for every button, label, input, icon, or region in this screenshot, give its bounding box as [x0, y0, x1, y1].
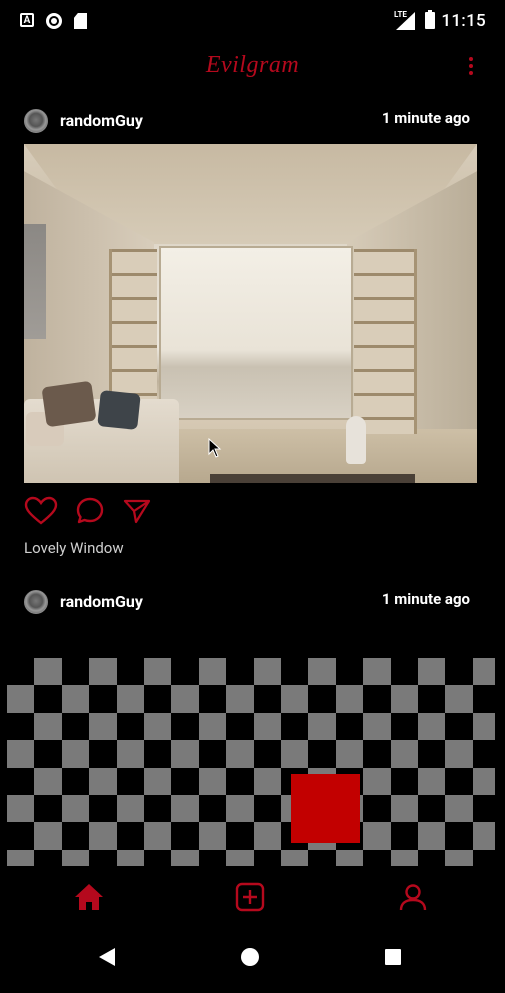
recents-icon[interactable]: [385, 949, 401, 965]
app-a-icon: A: [20, 13, 34, 27]
add-post-icon[interactable]: [234, 881, 266, 913]
post-image-checkerboard[interactable]: [7, 658, 495, 866]
sd-card-icon: [74, 13, 87, 29]
status-time: 11:15: [441, 11, 486, 31]
avatar[interactable]: [24, 590, 48, 614]
heart-icon[interactable]: [24, 496, 58, 526]
post-caption: Lovely Window: [24, 539, 124, 557]
post-time: 1 minute ago: [381, 590, 470, 608]
bottom-nav: [0, 868, 505, 926]
avatar[interactable]: [24, 109, 48, 133]
back-icon[interactable]: [99, 948, 115, 966]
record-icon: [46, 13, 62, 29]
post-header: randomGuy 1 minute ago: [24, 109, 470, 137]
post-header: randomGuy 1 minute ago: [24, 590, 470, 618]
home-icon[interactable]: [73, 881, 105, 913]
app-logo: Evilgram: [205, 52, 300, 78]
comment-icon[interactable]: [75, 496, 105, 526]
system-nav-bar: [0, 926, 505, 993]
post-username[interactable]: randomGuy: [60, 111, 143, 130]
more-vert-icon[interactable]: [469, 57, 475, 77]
battery-icon: [425, 10, 435, 29]
profile-icon[interactable]: [397, 881, 429, 913]
red-square: [291, 774, 360, 843]
home-circle-icon[interactable]: [241, 948, 259, 966]
post-image[interactable]: [24, 144, 477, 483]
post-time: 1 minute ago: [381, 109, 470, 127]
signal-icon: [396, 12, 415, 30]
post-actions: [24, 496, 164, 528]
app-bar: Evilgram: [0, 42, 505, 98]
send-icon[interactable]: [122, 496, 152, 526]
mouse-cursor-icon: [208, 438, 222, 458]
post-username[interactable]: randomGuy: [60, 592, 143, 611]
status-bar: A LTE 11:15: [0, 0, 505, 42]
